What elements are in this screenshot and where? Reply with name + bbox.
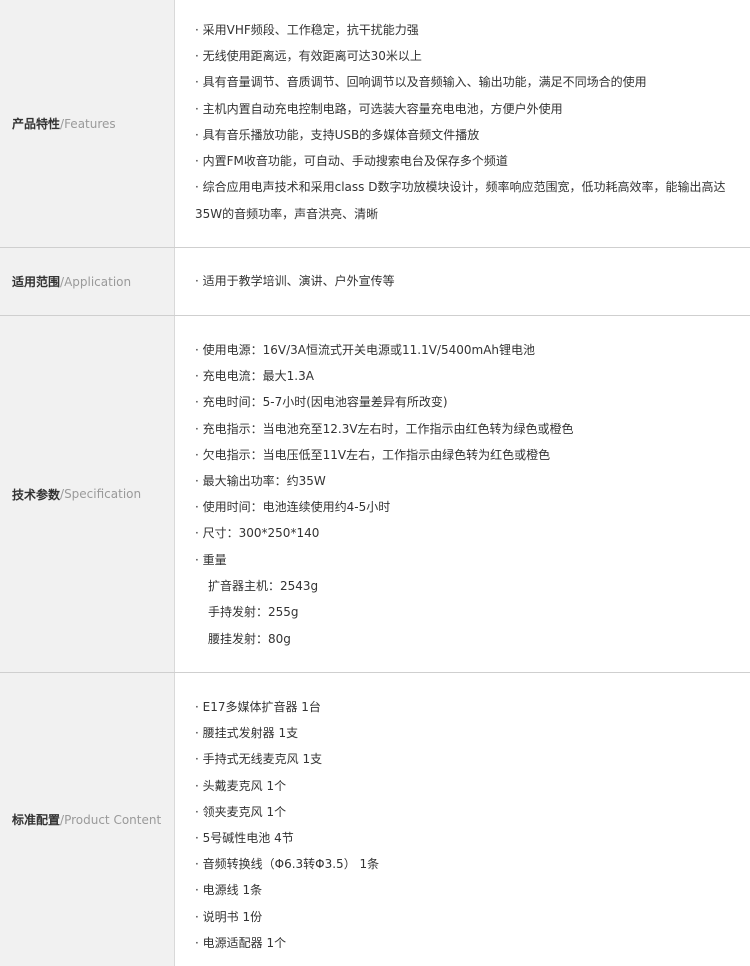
list-item: · 电源适配器 1个 xyxy=(195,936,287,950)
list-item: · 主机内置自动充电控制电路，可选装大容量充电电池，方便户外使用 xyxy=(195,102,563,116)
list-item: · 腰挂式发射器 1支 xyxy=(195,726,299,740)
list-item: · 5号碱性电池 4节 xyxy=(195,831,294,845)
list-item: · 充电电流：最大1.3A xyxy=(195,369,314,383)
list-item: · 适用于教学培训、演讲、户外宣传等 xyxy=(195,274,395,288)
label-zh: 适用范围 xyxy=(12,275,61,289)
list-item: · 具有音乐播放功能，支持USB的多媒体音频文件播放 xyxy=(195,128,480,142)
list-item: · 使用时间：电池连续使用约4-5小时 xyxy=(195,500,391,514)
list-item: · 头戴麦克风 1个 xyxy=(195,779,287,793)
list-item: · 音频转换线（Φ6.3转Φ3.5） 1条 xyxy=(195,857,380,871)
section-label: 适用范围 / Application xyxy=(0,248,175,315)
label-en: Features xyxy=(64,116,116,131)
section-features: 产品特性 / Features · 采用VHF频段、工作稳定，抗干扰能力强 · 无线… xyxy=(0,0,750,247)
list-item: · 具有音量调节、音质调节、回响调节以及音频输入、输出功能，满足不同场合的使用 xyxy=(195,75,647,89)
section-product-content: 标准配置 / Product Content · E17多媒体扩音器 1台 · 腰挂… xyxy=(0,673,750,966)
list-item: · 采用VHF频段、工作稳定，抗干扰能力强 xyxy=(195,23,419,37)
list-item: · 尺寸：300*250*140 xyxy=(195,526,320,540)
label-zh: 技术参数 xyxy=(12,487,61,502)
section-label: 技术参数 / Specification xyxy=(0,316,175,672)
list-item: · 说明书 1份 xyxy=(195,910,263,924)
list-item: · 手持式无线麦克风 1支 xyxy=(195,752,323,766)
section-application: 适用范围 / Application · 适用于教学培训、演讲、户外宣传等 xyxy=(0,248,750,315)
list-item: · 最大输出功率：约35W xyxy=(195,474,326,488)
list-subitem: 扩音器主机：2543g xyxy=(208,579,319,593)
label-en: Product Content xyxy=(64,812,162,827)
list-item: · 重量 xyxy=(195,553,227,567)
list-subitem: 手持发射：255g xyxy=(208,605,299,619)
list-item: · 无线使用距离远，有效距离可达30米以上 xyxy=(195,49,422,63)
list-item: · 内置FM收音功能，可自动、手动搜索电台及保存多个频道 xyxy=(195,154,508,168)
section-specification: 技术参数 / Specification · 使用电源：16V/3A恒流式开关电源或… xyxy=(0,316,750,672)
label-zh: 标准配置 xyxy=(12,813,61,827)
list-item: · 欠电指示：当电压低至11V左右，工作指示由绿色转为红色或橙色 xyxy=(195,448,551,462)
list-item: · 使用电源：16V/3A恒流式开关电源或11.1V/5400mAh锂电池 xyxy=(195,343,536,357)
list-item: · E17多媒体扩音器 1台 xyxy=(195,700,321,714)
list-item: · 综合应用电声技术和采用class D数字功放模块设计，频率响应范围宽，低功耗… xyxy=(195,180,726,194)
list-subitem: 腰挂发射：80g xyxy=(208,632,291,646)
list-item-continuation: 35W的音频功率，声音洪亮、清晰 xyxy=(195,207,379,221)
list-item: · 电源线 1条 xyxy=(195,883,263,897)
label-zh: 产品特性 xyxy=(12,117,61,131)
section-label: 标准配置 / Product Content xyxy=(0,673,175,966)
list-item: · 充电指示：当电池充至12.3V左右时，工作指示由红色转为绿色或橙色 xyxy=(195,422,574,436)
label-en: Specification xyxy=(64,487,142,501)
label-en: Application xyxy=(64,274,132,289)
section-label: 产品特性 / Features xyxy=(0,0,175,247)
list-item: · 领夹麦克风 1个 xyxy=(195,805,287,819)
list-item: · 充电时间：5-7小时(因电池容量差异有所改变) xyxy=(195,395,448,409)
